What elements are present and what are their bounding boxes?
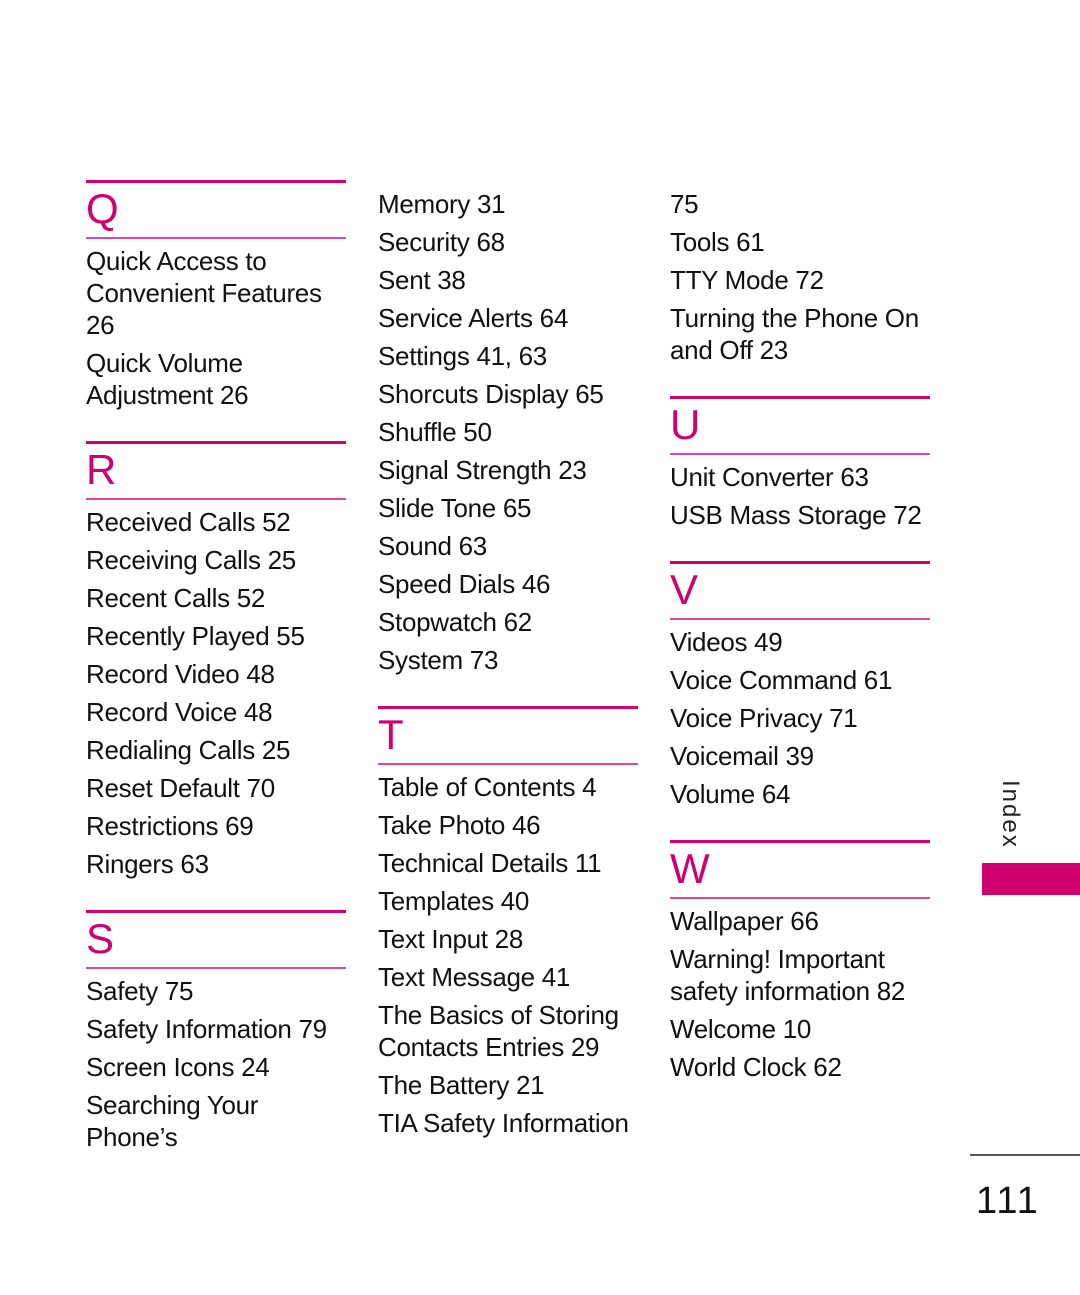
index-entry: Record Video 48 bbox=[86, 659, 275, 689]
index-entry: Voice Command 61 bbox=[670, 665, 893, 695]
continued-entries: 75 Tools 61 TTY Mode 72 Turning the Phone O… bbox=[670, 188, 930, 366]
section-letter: S bbox=[86, 915, 115, 962]
index-entry: Sound 63 bbox=[378, 531, 487, 561]
index-entry: 75 bbox=[670, 189, 699, 219]
index-entry: Warning! Important safety information 82 bbox=[670, 944, 906, 1006]
index-entry: Welcome 10 bbox=[670, 1014, 812, 1044]
index-entry: Technical Details 11 bbox=[378, 848, 602, 878]
index-entry: Safety 75 bbox=[86, 976, 194, 1006]
index-entry: Quick Access to Convenient Features 26 bbox=[86, 246, 322, 340]
index-entry: Voice Privacy 71 bbox=[670, 703, 858, 733]
index-entry: System 73 bbox=[378, 645, 499, 675]
index-section-t: T Table of Contents 4 Take Photo 46 Technic… bbox=[378, 706, 638, 1139]
side-tab-label: Index bbox=[997, 780, 1024, 849]
index-entry: Templates 40 bbox=[378, 886, 530, 916]
section-letter: V bbox=[670, 566, 699, 613]
index-entry: Recently Played 55 bbox=[86, 621, 305, 651]
index-entry: Sent 38 bbox=[378, 265, 466, 295]
section-rule-bottom bbox=[86, 237, 346, 239]
side-tab-marker bbox=[982, 863, 1080, 895]
index-entry: Text Message 41 bbox=[378, 962, 571, 992]
index-section-v: V Videos 49 Voice Command 61 Voice Privacy … bbox=[670, 561, 930, 810]
section-letter: W bbox=[670, 845, 710, 892]
index-entry: Shuffle 50 bbox=[378, 417, 492, 447]
index-entry: Safety Information 79 bbox=[86, 1014, 327, 1044]
index-entry: Stopwatch 62 bbox=[378, 607, 532, 637]
page-number-rule bbox=[970, 1154, 1080, 1156]
index-entry: Signal Strength 23 bbox=[378, 455, 587, 485]
index-section-q: Q Quick Access to Convenient Features 26 Q… bbox=[86, 180, 346, 411]
index-entry: The Basics of Storing Contacts Entries 2… bbox=[378, 1000, 619, 1062]
index-column-1: Q Quick Access to Convenient Features 26 Q… bbox=[86, 180, 346, 1183]
index-entry: Wallpaper 66 bbox=[670, 906, 819, 936]
index-entry: Security 68 bbox=[378, 227, 505, 257]
index-entry: The Battery 21 bbox=[378, 1070, 545, 1100]
index-section-u: U Unit Converter 63 USB Mass Storage 72 bbox=[670, 396, 930, 531]
section-letter: T bbox=[378, 711, 404, 758]
index-entry: Videos 49 bbox=[670, 627, 783, 657]
index-entry: Restrictions 69 bbox=[86, 811, 254, 841]
index-entry: Slide Tone 65 bbox=[378, 493, 532, 523]
index-section-r: R Received Calls 52 Receiving Calls 25 Rece… bbox=[86, 441, 346, 880]
index-entry: Memory 31 bbox=[378, 189, 506, 219]
index-entry: Receiving Calls 25 bbox=[86, 545, 296, 575]
index-entry: Searching Your Phone’s bbox=[86, 1090, 259, 1152]
index-entry: Redialing Calls 25 bbox=[86, 735, 291, 765]
continued-entries: Memory 31 Security 68 Sent 38 Service Alert… bbox=[378, 188, 638, 676]
index-entry: Volume 64 bbox=[670, 779, 791, 809]
section-rule-bottom bbox=[670, 618, 930, 620]
index-column-2: Memory 31 Security 68 Sent 38 Service Alert… bbox=[378, 188, 638, 1169]
index-column-3: 75 Tools 61 TTY Mode 72 Turning the Phone O… bbox=[670, 188, 930, 1113]
index-entry: Reset Default 70 bbox=[86, 773, 275, 803]
index-entry: Table of Contents 4 bbox=[378, 772, 597, 802]
index-entry: Unit Converter 63 bbox=[670, 462, 869, 492]
section-letter: U bbox=[670, 401, 701, 448]
index-entry: World Clock 62 bbox=[670, 1052, 842, 1082]
section-letter: R bbox=[86, 446, 117, 493]
index-entry: Tools 61 bbox=[670, 227, 765, 257]
section-rule-bottom bbox=[378, 763, 638, 765]
index-entry: Take Photo 46 bbox=[378, 810, 541, 840]
index-entry: USB Mass Storage 72 bbox=[670, 500, 922, 530]
index-section-s: S Safety 75 Safety Information 79 Screen Ic… bbox=[86, 910, 346, 1153]
index-entry: Received Calls 52 bbox=[86, 507, 291, 537]
section-rule-bottom bbox=[670, 897, 930, 899]
index-entry: TTY Mode 72 bbox=[670, 265, 824, 295]
section-rule-bottom bbox=[86, 967, 346, 969]
index-entry: Record Voice 48 bbox=[86, 697, 273, 727]
index-entry: Service Alerts 64 bbox=[378, 303, 568, 333]
index-entry: Screen Icons 24 bbox=[86, 1052, 270, 1082]
section-rule-bottom bbox=[86, 498, 346, 500]
index-entry: TIA Safety Information bbox=[378, 1108, 629, 1138]
index-entry: Voicemail 39 bbox=[670, 741, 814, 771]
section-letter: Q bbox=[86, 185, 119, 232]
index-entry: Quick Volume Adjustment 26 bbox=[86, 348, 249, 410]
index-entry: Ringers 63 bbox=[86, 849, 209, 879]
section-rule-bottom bbox=[670, 453, 930, 455]
index-entry: Text Input 28 bbox=[378, 924, 523, 954]
index-entry: Speed Dials 46 bbox=[378, 569, 551, 599]
index-entry: Shorcuts Display 65 bbox=[378, 379, 604, 409]
index-entry: Settings 41, 63 bbox=[378, 341, 547, 371]
page-number: 111 bbox=[976, 1180, 1040, 1222]
index-entry: Turning the Phone On and Off 23 bbox=[670, 303, 919, 365]
index-entry: Recent Calls 52 bbox=[86, 583, 266, 613]
index-section-w: W Wallpaper 66 Warning! Important safety i… bbox=[670, 840, 930, 1083]
